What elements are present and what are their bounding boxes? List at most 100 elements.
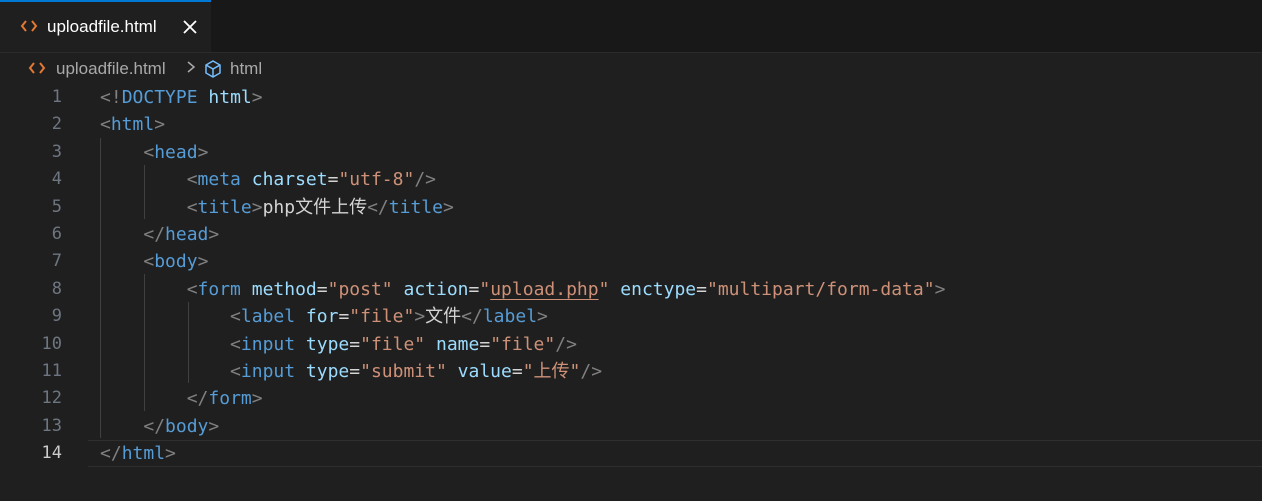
line-code: <!DOCTYPE html>	[100, 84, 263, 111]
code-token: =	[327, 169, 339, 191]
code-token: >	[442, 196, 454, 218]
code-line[interactable]: 6 </head>	[0, 221, 1262, 248]
code-token: </	[143, 224, 166, 245]
code-token: =	[349, 361, 361, 382]
code-token: >	[165, 443, 176, 465]
code-line[interactable]: 11 <input type="submit" value="上传"/>	[0, 358, 1262, 385]
line-number: 8	[51, 278, 62, 299]
code-token: "submit"	[360, 361, 447, 382]
code-token: DOCTYPE	[121, 87, 198, 108]
code-line[interactable]: 2 <html>	[0, 111, 1262, 138]
code-line[interactable]: 5 <title>php文件上传</title>	[0, 194, 1262, 221]
close-icon[interactable]	[181, 18, 199, 36]
code-token: type	[305, 361, 350, 382]
code-token: >	[208, 415, 220, 437]
code-line[interactable]: 3 <head>	[0, 139, 1262, 166]
code-token: "	[598, 278, 610, 300]
line-number: 13	[41, 415, 62, 436]
code-token: >	[154, 114, 166, 136]
code-token: title	[197, 196, 252, 218]
code-token: <	[230, 306, 241, 328]
line-code: <form method="post" action="upload.php" …	[100, 276, 946, 303]
code-token: "file"	[360, 333, 426, 355]
code-line[interactable]: 9 <label for="file">文件</label>	[0, 303, 1262, 330]
tab-uploadfile-html[interactable]: uploadfile.html	[0, 0, 211, 52]
code-token: title	[388, 196, 443, 218]
code-token: >	[414, 306, 426, 328]
line-code: <input type="submit" value="上传"/>	[100, 358, 602, 385]
code-token: =	[338, 306, 350, 328]
code-line[interactable]: 1 <!DOCTYPE html>	[0, 84, 1262, 111]
code-token: "utf-8"	[338, 169, 415, 191]
code-line[interactable]: 7 <body>	[0, 248, 1262, 275]
code-token: </	[461, 306, 483, 328]
code-token: type	[305, 333, 350, 355]
code-token: =	[316, 278, 328, 300]
code-token: input	[240, 333, 296, 355]
line-code: </html>	[100, 440, 176, 467]
code-token: <	[230, 361, 241, 382]
code-token: input	[240, 361, 296, 382]
breadcrumb-file[interactable]: uploadfile.html	[56, 59, 166, 79]
code-token: php文件上传	[262, 196, 368, 218]
code-token: </	[143, 415, 166, 437]
line-number: 5	[51, 196, 62, 217]
code-token: value	[457, 361, 512, 382]
code-token: >	[934, 278, 946, 300]
code-token: </	[100, 443, 122, 465]
line-code: <meta charset="utf-8"/>	[100, 166, 436, 193]
line-number: 7	[51, 251, 62, 272]
symbol-cube-icon	[205, 60, 221, 78]
code-token: </	[186, 388, 209, 410]
code-token: head	[165, 224, 209, 245]
line-number: 4	[51, 169, 62, 190]
code-line[interactable]: 12 </form>	[0, 385, 1262, 412]
line-code: <input type="file" name="file"/>	[100, 331, 577, 358]
code-token: action	[403, 278, 469, 300]
code-token: for	[305, 306, 339, 328]
breadcrumb-symbol[interactable]: html	[230, 59, 262, 79]
code-token: />	[580, 361, 603, 382]
code-token: body	[154, 251, 198, 273]
code-token: >	[537, 306, 548, 328]
line-code: </head>	[100, 221, 219, 248]
code-line[interactable]: 13 </body>	[0, 413, 1262, 440]
code-token: 文件	[425, 306, 462, 328]
code-line[interactable]: 4 <meta charset="utf-8"/>	[0, 166, 1262, 193]
code-token: meta	[197, 169, 241, 191]
code-token: </	[367, 196, 389, 218]
line-number: 3	[51, 141, 62, 162]
code-token: >	[251, 388, 263, 410]
code-token: <	[186, 196, 198, 218]
code-token: <!	[100, 87, 122, 108]
html-file-icon	[28, 62, 46, 74]
code-token: form	[208, 388, 252, 410]
code-line[interactable]: 8 <form method="post" action="upload.php…	[0, 276, 1262, 303]
line-number: 12	[41, 388, 62, 409]
code-token: upload.php	[490, 278, 599, 300]
code-token: >	[197, 251, 209, 273]
line-code: <body>	[100, 248, 208, 275]
code-token: =	[479, 333, 491, 355]
line-number: 1	[51, 87, 62, 107]
code-line[interactable]: 10 <input type="file" name="file"/>	[0, 331, 1262, 358]
code-token: label	[482, 306, 538, 328]
code-token: >	[197, 141, 209, 163]
code-token: =	[696, 278, 707, 300]
code-editor[interactable]: 1 <!DOCTYPE html> 2 <html> 3 <head> 4 <meta c…	[0, 84, 1262, 501]
code-token: <	[186, 278, 198, 300]
code-line[interactable]: 14 </html>	[0, 440, 1262, 468]
